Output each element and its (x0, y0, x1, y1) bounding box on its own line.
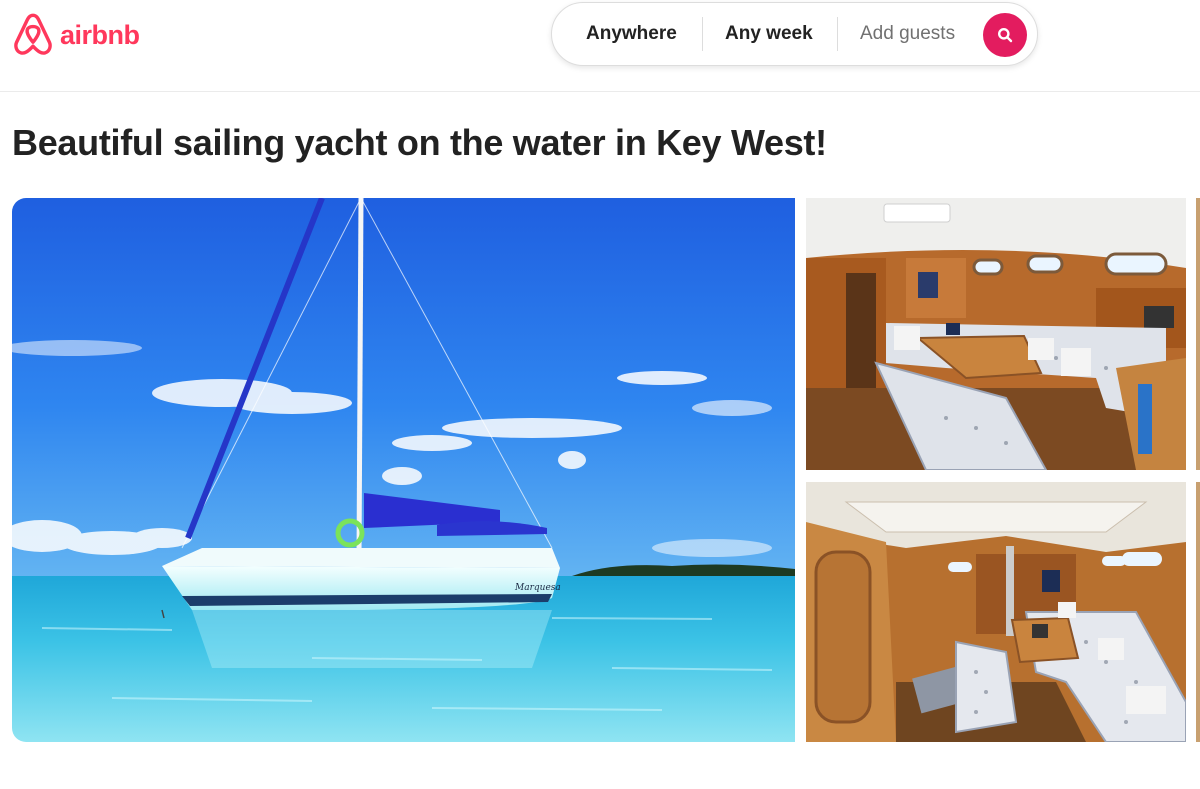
search-dates-button[interactable]: Any week (703, 3, 837, 65)
search-location-button[interactable]: Anywhere (552, 3, 702, 65)
search-icon (998, 28, 1013, 43)
search-bar[interactable]: Anywhere Any week Add guests (551, 2, 1038, 66)
listing-title: Beautiful sailing yacht on the water in … (12, 122, 827, 163)
airbnb-logo[interactable]: airbnb (12, 12, 140, 58)
search-guests-button[interactable]: Add guests (838, 3, 988, 65)
boat-name-text: Marquesa (514, 583, 561, 593)
search-submit-button[interactable] (983, 13, 1027, 57)
yacht-cabin-interior-photo[interactable] (806, 482, 1186, 742)
next-photo-edge (1196, 482, 1200, 742)
top-navigation-bar: airbnb Anywhere Any week Add guests (0, 0, 1200, 92)
cabin-salon-image (806, 198, 1186, 470)
airbnb-logo-icon (14, 13, 52, 55)
next-photo-edge (1196, 198, 1200, 470)
yacht-exterior-image: Marquesa (12, 198, 795, 742)
brand-name: airbnb (60, 19, 140, 50)
yacht-cabin-salon-photo[interactable] (806, 198, 1186, 470)
sailing-yacht-exterior-photo[interactable]: Marquesa (12, 198, 795, 742)
cabin-interior-image (806, 482, 1186, 742)
